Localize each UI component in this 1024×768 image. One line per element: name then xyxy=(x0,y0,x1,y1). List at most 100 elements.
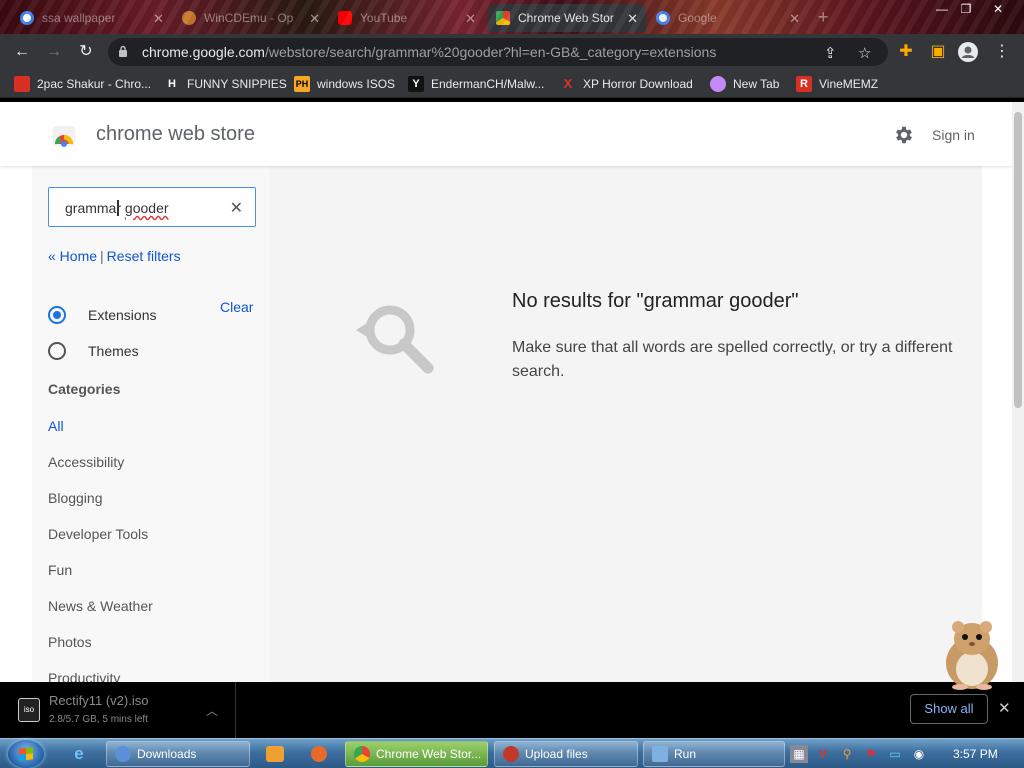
menu-kebab-icon[interactable]: ⋮ xyxy=(992,42,1012,62)
store-title[interactable]: chrome web store xyxy=(96,123,255,146)
start-button[interactable] xyxy=(8,740,44,768)
tab-title: Chrome Web Stor xyxy=(518,11,614,25)
bookmark-vinememz[interactable]: R VineMEMZ xyxy=(796,75,878,93)
home-link[interactable]: « Home xyxy=(48,248,97,264)
tab-title: WinCDEmu - Op xyxy=(204,11,294,25)
radio-unselected-icon xyxy=(48,342,66,360)
tray-volume-icon[interactable]: ◉ xyxy=(910,745,928,763)
gear-icon[interactable] xyxy=(893,124,915,146)
forward-arrow-icon[interactable]: → xyxy=(44,42,64,62)
category-photos[interactable]: Photos xyxy=(48,634,92,650)
category-productivity[interactable]: Productivity xyxy=(48,670,120,682)
close-tab-icon[interactable]: ✕ xyxy=(465,11,476,27)
sign-in-link[interactable]: Sign in xyxy=(932,127,975,143)
run-dialog-icon xyxy=(652,746,668,762)
media-player-icon[interactable] xyxy=(256,742,294,766)
category-blogging[interactable]: Blogging xyxy=(48,490,103,506)
bookmark-2pac[interactable]: 2pac Shakur - Chro... xyxy=(14,75,151,93)
no-results-title: No results for "grammar gooder" xyxy=(512,290,799,312)
bookmark-new-tab[interactable]: New Tab xyxy=(710,75,779,93)
scrollbar-thumb[interactable] xyxy=(1014,112,1022,408)
share-icon[interactable]: ⇪ xyxy=(824,44,837,62)
bookmark-star-icon[interactable]: ☆ xyxy=(858,44,871,62)
chrome-icon xyxy=(354,746,370,762)
task-label: Run xyxy=(674,747,697,761)
bookmark-endermanch[interactable]: Y EndermanCH/Malw... xyxy=(408,75,544,93)
tray-app-icon[interactable]: ▦ xyxy=(790,745,808,763)
bookmark-label: windows ISOS xyxy=(317,77,396,91)
task-upload-files[interactable]: Upload files xyxy=(494,741,638,767)
store-header: chrome web store Sign in xyxy=(0,102,1012,166)
task-run[interactable]: Run xyxy=(643,741,785,767)
restore-icon[interactable]: ❐ xyxy=(952,0,980,18)
task-label: Upload files xyxy=(525,747,588,761)
task-label: Downloads xyxy=(137,747,197,761)
upload-window-icon xyxy=(503,746,519,762)
tray-flag-icon[interactable]: ⚑ xyxy=(862,745,880,763)
show-all-button[interactable]: Show all xyxy=(910,694,988,724)
reset-filters-link[interactable]: Reset filters xyxy=(107,248,181,264)
clear-search-icon[interactable]: ✕ xyxy=(230,198,243,218)
bookmark-favicon-icon: Y xyxy=(408,76,424,92)
tray-search-icon[interactable]: ⚲ xyxy=(838,745,856,763)
close-window-icon[interactable]: ✕ xyxy=(984,0,1012,18)
search-input[interactable]: grammar gooder ✕ xyxy=(48,187,256,227)
address-bar[interactable]: chrome.google.com/webstore/search/gramma… xyxy=(108,38,888,66)
close-tab-icon[interactable]: ✕ xyxy=(309,11,320,27)
radio-label: Themes xyxy=(88,343,139,359)
category-all[interactable]: All xyxy=(48,418,64,434)
new-tab-button[interactable]: + xyxy=(818,7,829,28)
reload-icon[interactable]: ↻ xyxy=(76,42,96,62)
download-shelf: iso Rectify11 (v2).iso 2.8/5.7 GB, 5 min… xyxy=(0,682,1024,738)
chrome-web-store-logo-icon[interactable] xyxy=(52,124,76,148)
category-news-weather[interactable]: News & Weather xyxy=(48,598,153,614)
download-file-name: Rectify11 (v2).iso xyxy=(49,693,149,708)
taskbar-clock[interactable]: 3:57 PM xyxy=(953,747,998,761)
categories-heading: Categories xyxy=(48,381,121,397)
task-chrome-web-store[interactable]: Chrome Web Stor... xyxy=(345,741,488,767)
chevron-up-icon[interactable]: ︿ xyxy=(206,702,218,719)
tab-chrome-web-store[interactable]: Chrome Web Stor ✕ xyxy=(488,4,646,32)
bookmark-windows-isos[interactable]: PH windows ISOS xyxy=(294,75,395,93)
text-cursor-icon xyxy=(117,200,119,216)
tab-google[interactable]: Google ✕ xyxy=(648,4,808,32)
back-arrow-icon[interactable]: ← xyxy=(12,42,32,62)
category-developer-tools[interactable]: Developer Tools xyxy=(48,526,148,542)
clear-filter-link[interactable]: Clear xyxy=(220,299,253,315)
task-downloads[interactable]: Downloads xyxy=(106,741,250,767)
profile-avatar-icon[interactable] xyxy=(958,42,978,62)
radio-extensions[interactable]: Extensions xyxy=(48,305,248,325)
filter-sidebar: grammar gooder ✕ « Home | Reset filters Ex… xyxy=(32,166,270,682)
bookmark-xp-horror[interactable]: X XP Horror Download xyxy=(560,75,693,93)
category-accessibility[interactable]: Accessibility xyxy=(48,454,124,470)
google-favicon-icon xyxy=(656,11,670,25)
tab-youtube[interactable]: YouTube ✕ xyxy=(330,4,484,32)
close-shelf-icon[interactable]: ✕ xyxy=(998,699,1011,717)
side-panel-icon[interactable]: ▣ xyxy=(928,42,948,62)
download-item[interactable]: iso Rectify11 (v2).iso 2.8/5.7 GB, 5 min… xyxy=(0,682,236,738)
misspelled-word: gooder xyxy=(124,200,169,216)
tray-v-icon[interactable]: V xyxy=(814,745,832,763)
breadcrumb-links: « Home | Reset filters xyxy=(48,248,181,264)
lock-icon xyxy=(119,45,127,57)
tab-wallpaper[interactable]: ssa wallpaper ✕ xyxy=(12,4,172,32)
page-scrollbar[interactable] xyxy=(1012,102,1024,682)
close-tab-icon[interactable]: ✕ xyxy=(789,11,800,27)
bookmark-funny-snippies[interactable]: H FUNNY SNIPPIES xyxy=(164,75,287,93)
google-favicon-icon xyxy=(20,11,34,25)
tray-monitor-icon[interactable]: ▭ xyxy=(886,745,904,763)
category-fun[interactable]: Fun xyxy=(48,562,72,578)
tab-strip: ssa wallpaper ✕ WinCDEmu - Op ✕ YouTube … xyxy=(0,0,1024,34)
downloads-window-icon xyxy=(115,746,131,762)
web-page: chrome web store Sign in grammar gooder … xyxy=(0,102,1012,682)
tab-wincdemu[interactable]: WinCDEmu - Op ✕ xyxy=(174,4,328,32)
internet-explorer-icon[interactable]: e xyxy=(60,742,98,766)
hamster-mascot-icon xyxy=(946,621,998,690)
iso-file-icon: iso xyxy=(18,698,40,722)
bookmark-favicon-icon: H xyxy=(168,78,176,90)
close-tab-icon[interactable]: ✕ xyxy=(627,11,638,27)
radio-themes[interactable]: Themes xyxy=(48,341,248,361)
extensions-puzzle-icon[interactable]: ✚ xyxy=(896,42,916,62)
pinned-app-icon[interactable] xyxy=(300,742,338,766)
close-tab-icon[interactable]: ✕ xyxy=(153,11,164,27)
